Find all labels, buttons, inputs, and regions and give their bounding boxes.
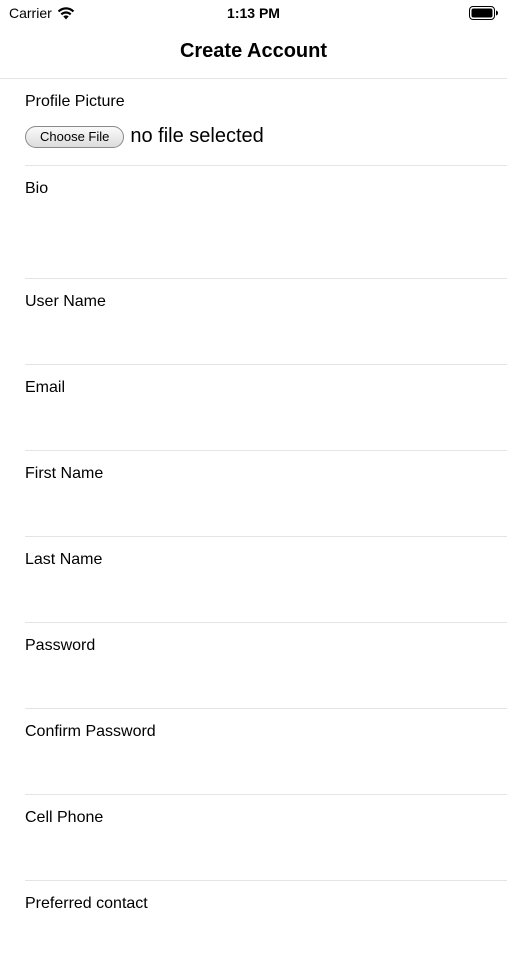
bio-label: Bio [25,180,49,197]
create-account-form: Profile Picture Choose File no file sele… [0,79,507,967]
file-picker: Choose File no file selected [25,125,264,148]
navigation-bar: Create Account [0,28,507,79]
first-name-input[interactable] [25,493,465,523]
cell-phone-field: Cell Phone [25,795,507,881]
email-input[interactable] [25,407,465,437]
status-time: 1:13 PM [227,5,280,21]
bio-field: Bio [25,166,507,279]
confirm-password-input[interactable] [25,751,465,781]
status-bar: Carrier 1:13 PM [0,0,507,28]
last-name-field: Last Name [25,537,507,623]
bio-input[interactable] [25,206,465,266]
email-label: Email [25,379,66,396]
battery-icon [469,6,499,20]
last-name-input[interactable] [25,579,465,609]
confirm-password-field: Confirm Password [25,709,507,795]
page-title: Create Account [179,40,328,62]
choose-file-button[interactable]: Choose File [25,125,125,148]
email-field: Email [25,365,507,451]
user-name-input[interactable] [25,321,465,351]
cell-phone-label: Cell Phone [25,809,104,826]
password-label: Password [25,637,96,654]
profile-picture-field: Profile Picture Choose File no file sele… [25,79,507,166]
preferred-contact-field: Preferred contact [25,881,507,967]
confirm-password-label: Confirm Password [25,723,156,740]
user-name-field: User Name [25,279,507,365]
preferred-contact-label: Preferred contact [25,895,148,912]
password-field: Password [25,623,507,709]
first-name-label: First Name [25,465,104,482]
cell-phone-input[interactable] [25,837,465,867]
file-status-text: no file selected [130,125,264,147]
password-input[interactable] [25,665,465,695]
last-name-label: Last Name [25,551,103,568]
user-name-label: User Name [25,293,106,310]
first-name-field: First Name [25,451,507,537]
profile-picture-label: Profile Picture [25,93,125,110]
